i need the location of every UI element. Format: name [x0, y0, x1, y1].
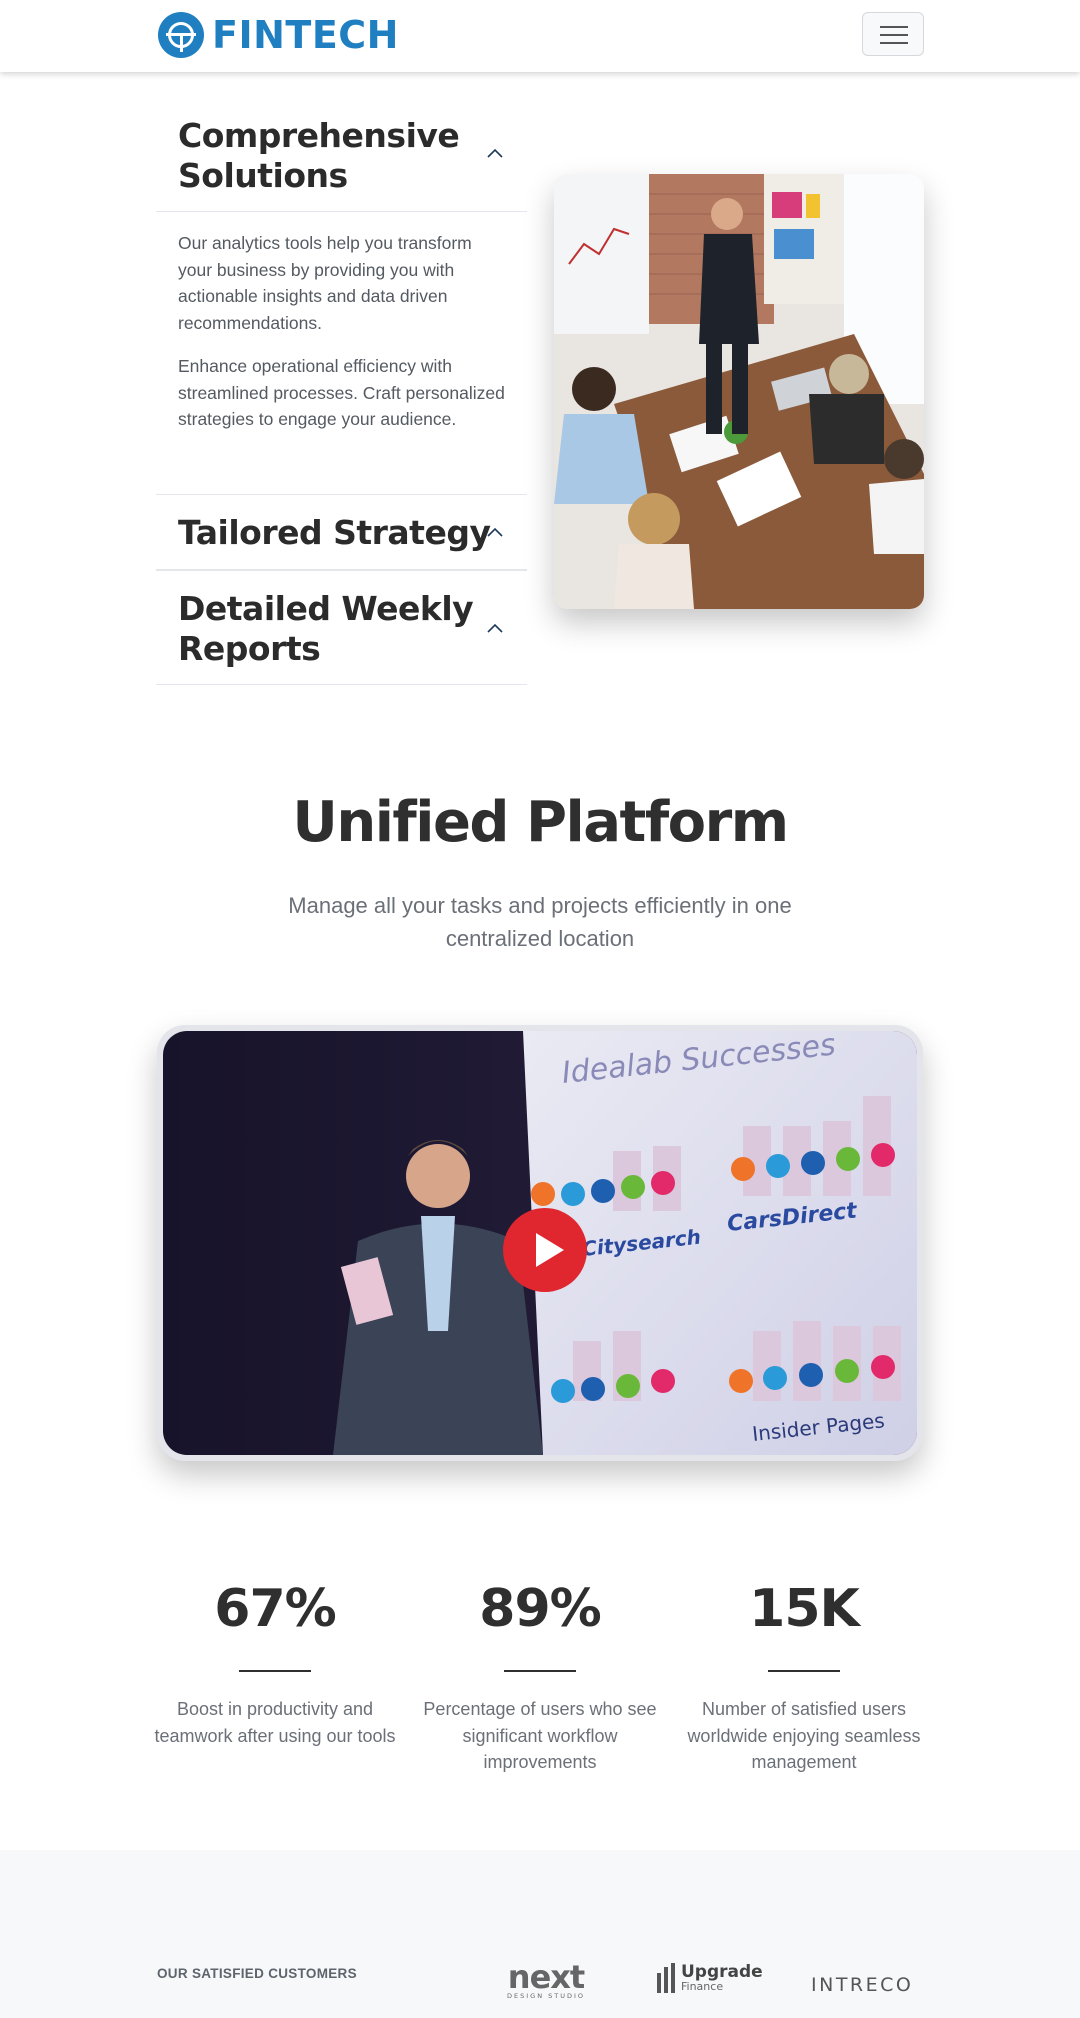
top-navbar: FINTECH — [0, 0, 1080, 72]
accordion-item-comprehensive-solutions: Comprehensive Solutions Our analytics to… — [156, 96, 527, 490]
team-meeting-image — [554, 174, 924, 609]
video-thumbnail: Idealab Successes CarsDirect Citysearch … — [163, 1031, 917, 1455]
accordion-header[interactable]: Tailored Strategy — [156, 494, 527, 570]
stat-description: Boost in productivity and teamwork after… — [154, 1699, 396, 1746]
accordion-paragraph: Our analytics tools help you transform y… — [178, 233, 472, 333]
video-player[interactable]: Idealab Successes CarsDirect Citysearch … — [157, 1025, 923, 1461]
accordion-header[interactable]: Detailed Weekly Reports — [156, 570, 527, 685]
accordion-item-tailored-strategy: Tailored Strategy — [156, 494, 527, 570]
stat-card: 15K Number of satisfied users worldwide … — [672, 1578, 936, 1776]
accordion-title: Detailed Weekly Reports — [178, 589, 474, 668]
customer-logo-intreco: INTRECO — [811, 1974, 914, 1996]
stat-divider — [504, 1670, 576, 1672]
fintech-globe-icon — [158, 12, 204, 58]
accordion-body: Our analytics tools help you transform y… — [156, 212, 527, 490]
stat-divider — [768, 1670, 840, 1672]
stat-divider — [239, 1670, 311, 1672]
customer-logo-upgrade: Upgrade Finance — [657, 1963, 763, 1993]
section-title: Unified Platform — [292, 790, 789, 855]
upgrade-bars-icon — [657, 1963, 675, 1993]
stat-value: 89% — [479, 1579, 601, 1639]
stat-description: Number of satisfied users worldwide enjo… — [687, 1699, 921, 1772]
stat-description: Percentage of users who see significant … — [423, 1699, 657, 1772]
accordion-title: Comprehensive Solutions — [178, 116, 460, 195]
brand-logo[interactable]: FINTECH — [158, 12, 399, 58]
play-icon — [536, 1233, 564, 1267]
accordion-item-detailed-weekly-reports: Detailed Weekly Reports — [156, 570, 527, 685]
customers-label: OUR SATISFIED CUSTOMERS — [157, 1966, 357, 1981]
customer-logo-next: next DESIGN STUDIO — [507, 1958, 586, 2000]
customers-section: OUR SATISFIED CUSTOMERS next DESIGN STUD… — [0, 1850, 1080, 2018]
stat-card: 89% Percentage of users who see signific… — [408, 1578, 672, 1776]
stat-value: 15K — [749, 1579, 860, 1639]
section-subtitle: Manage all your tasks and projects effic… — [288, 893, 792, 951]
hamburger-icon — [880, 26, 908, 28]
accordion-title: Tailored Strategy — [178, 513, 491, 552]
accordion-header[interactable]: Comprehensive Solutions — [156, 96, 527, 212]
chevron-up-icon — [487, 623, 503, 633]
menu-toggle-button[interactable] — [862, 12, 924, 56]
brand-name: FINTECH — [212, 13, 399, 57]
chevron-up-icon — [487, 148, 503, 158]
chevron-up-icon — [487, 527, 503, 537]
accordion-paragraph: Enhance operational efficiency with stre… — [178, 356, 505, 429]
stat-card: 67% Boost in productivity and teamwork a… — [143, 1578, 407, 1749]
play-button[interactable] — [503, 1208, 587, 1292]
stat-value: 67% — [214, 1579, 336, 1639]
